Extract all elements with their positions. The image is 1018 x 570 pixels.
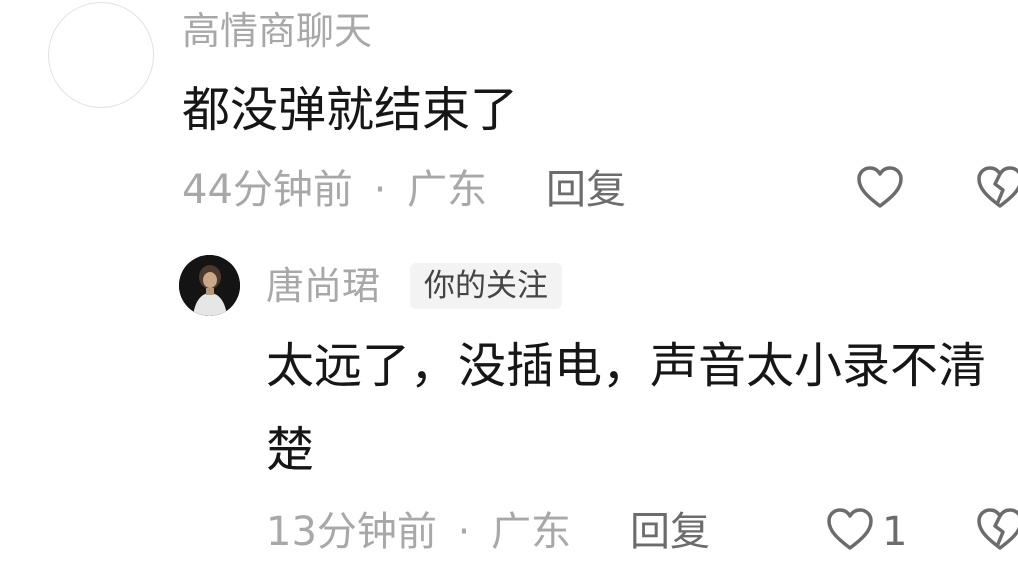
avatar-photo-image xyxy=(179,255,240,316)
comment-username[interactable]: 唐尚珺 xyxy=(266,267,380,305)
comment-text-line-2: 楚 xyxy=(266,422,315,478)
heart-outline-icon xyxy=(827,508,873,550)
reply-button[interactable]: 回复 xyxy=(546,170,626,210)
meta-separator: · xyxy=(457,509,471,555)
meta-separator: · xyxy=(373,167,387,213)
comment-location: 广东 xyxy=(407,167,488,213)
heart-outline-icon xyxy=(857,166,903,208)
follow-badge: 你的关注 xyxy=(410,263,562,309)
broken-heart-icon xyxy=(977,166,1018,208)
dislike-button[interactable] xyxy=(976,166,1018,214)
comment-time: 13分钟前 xyxy=(266,509,437,555)
comment-text-line-1: 太远了，没插电，声音太小录不清 xyxy=(266,338,987,394)
comment-location: 广东 xyxy=(491,509,572,555)
like-count: 1 xyxy=(882,509,908,555)
comment-username[interactable]: 高情商聊天 xyxy=(182,12,372,50)
comment-time: 44分钟前 xyxy=(182,167,353,213)
comment-text: 都没弹就结束了 xyxy=(182,82,519,138)
avatar[interactable] xyxy=(179,255,240,316)
comment-meta: 44分钟前 · 广东 xyxy=(182,170,487,210)
like-button[interactable] xyxy=(856,166,904,214)
like-button[interactable] xyxy=(826,508,874,556)
reply-button[interactable]: 回复 xyxy=(630,512,710,552)
comment-meta: 13分钟前 · 广东 xyxy=(266,512,571,552)
avatar[interactable] xyxy=(48,2,154,108)
dislike-button[interactable] xyxy=(976,508,1018,556)
broken-heart-icon xyxy=(977,508,1018,550)
